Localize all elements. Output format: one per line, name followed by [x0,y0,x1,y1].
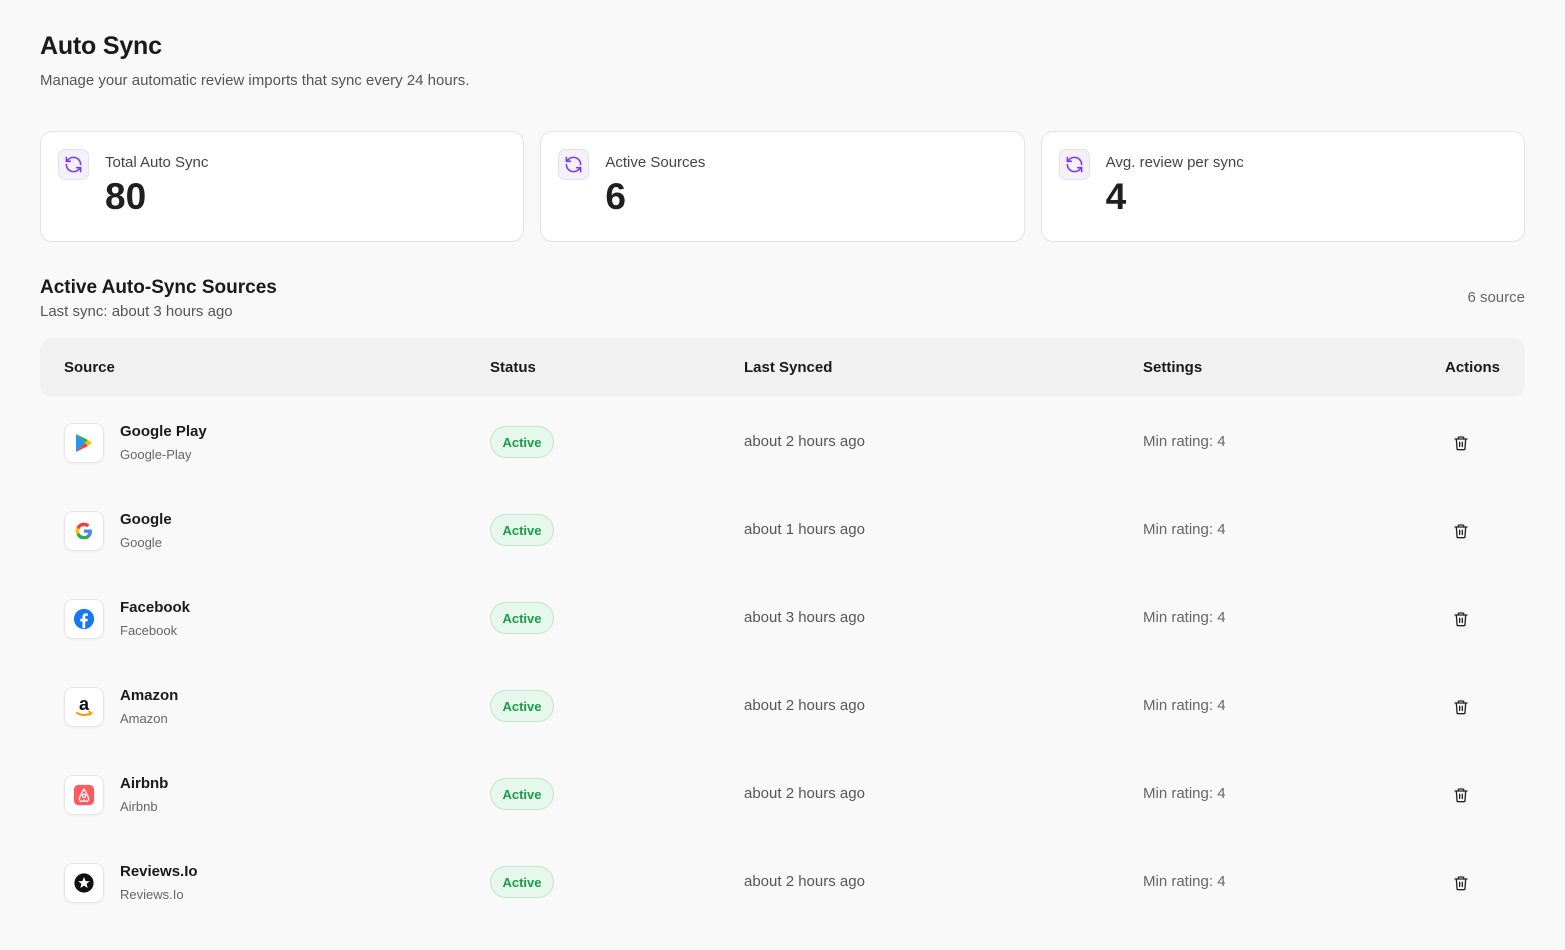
trash-icon [1454,700,1468,715]
table-row: Reviews.Io Reviews.Io Active about 2 hou… [40,837,1525,925]
stat-card-avg-review: Avg. review per sync 4 [1040,131,1525,242]
section-title: Active Auto-Sync Sources [40,277,277,298]
status-badge: Active [490,426,554,458]
trash-icon [1454,876,1468,891]
auto-sync-page: Auto Sync Manage your automatic review i… [0,0,1565,950]
reviews-io-icon [64,863,104,903]
amazon-icon: a [64,687,104,727]
settings-text: Min rating: 4 [1143,785,1226,802]
source-slug: Reviews.Io [120,887,184,902]
sources-table-body: Google Play Google-Play Active about 2 h… [40,397,1525,925]
last-synced-text: about 2 hours ago [744,697,865,714]
page-subtitle: Manage your automatic review imports tha… [40,72,470,89]
source-slug: Google-Play [120,447,192,462]
status-badge: Active [490,602,554,634]
source-name: Google Play [120,423,207,440]
settings-text: Min rating: 4 [1143,873,1226,890]
stat-card-active-sources: Active Sources 6 [540,131,1025,242]
trash-icon [1454,524,1468,539]
table-header: Source Status Last Synced Settings Actio… [40,338,1525,397]
source-name: Facebook [120,599,191,616]
delete-button[interactable] [1450,432,1472,454]
table-row: Google Google Active about 1 hours ago M… [40,485,1525,573]
source-count: 6 source [1467,289,1525,306]
last-synced-text: about 2 hours ago [744,873,865,890]
status-badge: Active [490,690,554,722]
settings-text: Min rating: 4 [1143,433,1226,450]
source-slug: Google [120,535,162,550]
stat-value: 4 [1105,176,1127,217]
google-play-icon [64,423,104,463]
stat-label: Active Sources [605,154,706,171]
table-row: Airbnb Airbnb Active about 2 hours ago M… [40,749,1525,837]
delete-button[interactable] [1450,608,1472,630]
last-synced-text: about 2 hours ago [744,433,865,450]
source-name: Reviews.Io [120,863,198,880]
stat-label: Avg. review per sync [1105,154,1244,171]
column-header-settings: Settings [1143,359,1203,376]
column-header-last-synced: Last Synced [744,359,833,376]
column-header-status: Status [490,359,536,376]
refresh-icon [58,149,89,180]
refresh-icon [1058,149,1090,180]
source-name: Airbnb [120,775,169,792]
table-row: a Amazon Amazon Active about 2 hours ago… [40,661,1525,749]
trash-icon [1454,436,1468,451]
status-badge: Active [490,778,554,810]
facebook-icon [64,599,104,639]
settings-text: Min rating: 4 [1143,609,1226,626]
stat-value: 80 [105,176,147,217]
delete-button[interactable] [1450,520,1472,542]
table-row: Google Play Google-Play Active about 2 h… [40,397,1525,485]
settings-text: Min rating: 4 [1143,697,1226,714]
last-synced-text: about 3 hours ago [744,609,865,626]
delete-button[interactable] [1450,872,1472,894]
source-slug: Facebook [120,623,178,638]
page-title: Auto Sync [40,32,162,60]
trash-icon [1454,612,1468,627]
stat-label: Total Auto Sync [105,154,209,171]
refresh-icon [558,149,590,180]
source-name: Google [120,511,172,528]
stat-value: 6 [605,176,626,217]
last-sync-text: Last sync: about 3 hours ago [40,303,233,320]
column-header-actions: Actions [1445,359,1501,376]
status-badge: Active [490,514,554,546]
stat-card-total-auto-sync: Total Auto Sync 80 [40,131,525,242]
stats-row: Total Auto Sync 80 Active Sources 6 Avg.… [40,131,1525,242]
last-synced-text: about 1 hours ago [744,521,865,538]
last-synced-text: about 2 hours ago [744,785,865,802]
delete-button[interactable] [1450,784,1472,806]
column-header-source: Source [64,359,115,376]
google-icon [64,511,104,551]
source-name: Amazon [120,687,179,704]
airbnb-icon [64,775,104,815]
settings-text: Min rating: 4 [1143,521,1226,538]
source-slug: Amazon [120,711,168,726]
source-slug: Airbnb [120,799,158,814]
trash-icon [1454,788,1468,803]
delete-button[interactable] [1450,696,1472,718]
table-row: Facebook Facebook Active about 3 hours a… [40,573,1525,661]
status-badge: Active [490,866,554,898]
